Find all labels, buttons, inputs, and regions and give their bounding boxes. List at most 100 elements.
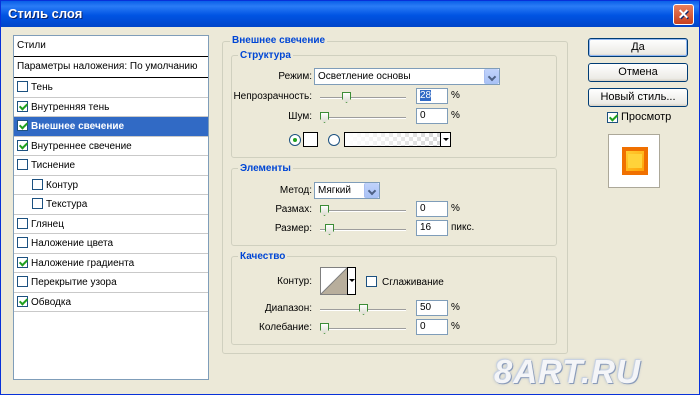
style-item[interactable]: Наложение градиента (14, 254, 208, 273)
style-checkbox[interactable] (17, 139, 28, 151)
style-item-label: Наложение градиента (31, 257, 135, 269)
size-input[interactable]: 16 (416, 220, 448, 236)
elements-title: Элементы (238, 163, 293, 174)
style-item-label: Тиснение (31, 160, 76, 171)
style-item-label: Тень (31, 82, 53, 93)
antialias-checkbox[interactable] (366, 276, 377, 287)
style-item[interactable]: Тень (14, 78, 208, 98)
noise-unit: % (451, 110, 460, 121)
opacity-value: 28 (420, 90, 432, 101)
layer-style-dialog: Стиль слоя ✕ Стили Параметры наложения: … (0, 0, 700, 395)
style-item[interactable]: Текстура (14, 195, 208, 215)
gradient-dropdown-icon[interactable] (440, 133, 450, 146)
new-style-button[interactable]: Новый стиль... (588, 88, 688, 107)
spread-label: Размах: (275, 204, 312, 215)
noise-slider-thumb[interactable] (320, 112, 329, 123)
opacity-slider-thumb[interactable] (342, 92, 351, 103)
style-checkbox[interactable] (17, 100, 28, 112)
style-checkbox[interactable] (17, 81, 28, 92)
contour-curve-icon (321, 268, 348, 294)
opacity-slider-track (320, 97, 406, 99)
style-checkbox[interactable] (32, 198, 43, 209)
chevron-down-icon[interactable] (364, 183, 379, 198)
style-checkbox[interactable] (17, 295, 28, 307)
style-checkbox[interactable] (17, 120, 28, 131)
noise-slider[interactable] (320, 112, 406, 123)
style-item[interactable]: Глянец (14, 215, 208, 234)
styles-header[interactable]: Стили (14, 36, 208, 57)
style-item-label: Контур (46, 179, 79, 191)
glow-color-swatch[interactable] (303, 132, 318, 147)
size-slider-thumb[interactable] (325, 224, 334, 235)
jitter-unit: % (451, 321, 460, 332)
style-item-label: Перекрытие узора (31, 277, 117, 288)
technique-select[interactable]: Мягкий (314, 182, 380, 199)
jitter-slider-thumb[interactable] (320, 323, 329, 334)
noise-input[interactable]: 0 (416, 108, 448, 124)
style-item[interactable]: Обводка (14, 293, 208, 312)
technique-value: Мягкий (318, 185, 351, 196)
jitter-value: 0 (420, 321, 426, 332)
size-slider[interactable] (320, 224, 406, 235)
jitter-slider-track (320, 328, 406, 330)
style-checkbox[interactable] (17, 256, 28, 268)
close-button[interactable]: ✕ (673, 4, 694, 25)
blend-mode-select[interactable]: Осветление основы (314, 68, 500, 85)
size-unit: пикс. (451, 222, 475, 233)
contour-label: Контур: (277, 276, 312, 287)
opacity-slider[interactable] (320, 92, 406, 103)
close-icon: ✕ (677, 6, 690, 22)
blending-options-item[interactable]: Параметры наложения: По умолчанию (14, 57, 208, 78)
noise-label: Шум: (288, 111, 312, 122)
ok-button[interactable]: Да (588, 38, 688, 57)
spread-input[interactable]: 0 (416, 201, 448, 217)
dialog-body: Стили Параметры наложения: По умолчанию … (4, 27, 696, 393)
style-checkbox[interactable] (17, 217, 28, 229)
style-checkbox[interactable] (32, 178, 43, 190)
mode-label: Режим: (278, 71, 312, 82)
style-checkbox[interactable] (17, 276, 28, 287)
preview-checkbox[interactable] (607, 112, 618, 123)
style-item[interactable]: Перекрытие узора (14, 273, 208, 293)
style-item-label: Внутреннее свечение (31, 140, 132, 152)
jitter-input[interactable]: 0 (416, 319, 448, 335)
opacity-input[interactable]: 28 (416, 88, 448, 104)
jitter-label: Колебание: (259, 322, 312, 333)
style-item[interactable]: Внутренняя тень (14, 98, 208, 117)
style-item[interactable]: Тиснение (14, 156, 208, 176)
title-bar[interactable]: Стиль слоя ✕ (1, 1, 699, 27)
cancel-button[interactable]: Отмена (588, 63, 688, 82)
range-slider-thumb[interactable] (359, 304, 368, 315)
style-item[interactable]: Внутреннее свечение (14, 137, 208, 156)
size-value: 16 (420, 222, 432, 233)
jitter-slider[interactable] (320, 323, 406, 334)
style-item[interactable]: Контур (14, 176, 208, 195)
quality-title: Качество (238, 251, 288, 262)
spread-slider-thumb[interactable] (320, 205, 329, 216)
style-item[interactable]: Наложение цвета (14, 234, 208, 254)
style-checkbox[interactable] (17, 237, 28, 248)
style-item-label: Внутренняя тень (31, 101, 110, 113)
contour-dropdown-icon[interactable] (347, 267, 356, 295)
spread-slider-track (320, 210, 406, 212)
spread-slider[interactable] (320, 205, 406, 216)
style-checkbox[interactable] (17, 159, 28, 170)
outer-glow-title: Внешнее свечение (230, 35, 328, 46)
gradient-radio[interactable] (328, 134, 340, 146)
chevron-down-icon[interactable] (484, 69, 499, 84)
style-item-label: Внешнее свечение (31, 121, 125, 132)
style-item-label: Глянец (31, 218, 64, 230)
structure-title: Структура (238, 50, 293, 61)
spread-unit: % (451, 203, 460, 214)
range-value: 50 (420, 302, 432, 313)
range-input[interactable]: 50 (416, 300, 448, 316)
style-item-label: Наложение цвета (31, 238, 114, 249)
solid-color-radio[interactable] (289, 134, 301, 146)
site-watermark: 8ART.RU (494, 353, 641, 390)
styles-list: Стили Параметры наложения: По умолчанию … (13, 35, 209, 380)
contour-picker[interactable] (320, 267, 356, 295)
noise-value: 0 (420, 110, 426, 121)
range-slider[interactable] (320, 304, 406, 315)
glow-gradient-picker[interactable] (344, 132, 451, 147)
style-item[interactable]: Внешнее свечение (14, 117, 208, 137)
